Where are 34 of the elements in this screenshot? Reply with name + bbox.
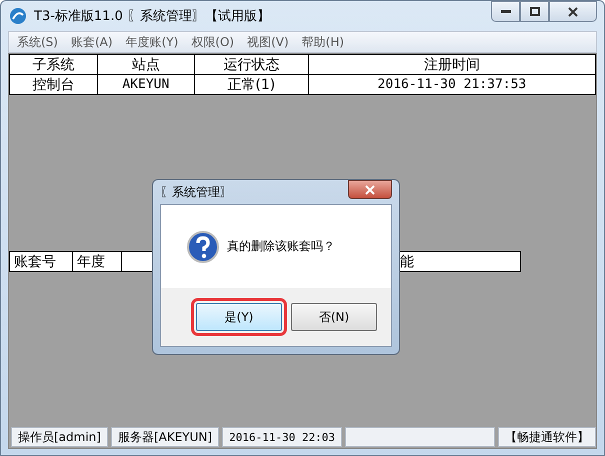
status-cell: 2016-11-30 22:03 (222, 427, 342, 447)
column-header: 注册时间 (308, 54, 596, 74)
window-title: T3-标准版11.0 〖系统管理〗【试用版】 (34, 8, 270, 25)
column-header: 子系统 (10, 54, 98, 74)
menu-item[interactable]: 系统(S) (11, 34, 65, 50)
maximize-button[interactable] (520, 1, 549, 22)
dialog-message: 真的删除该账套吗？ (227, 238, 335, 255)
minimize-icon (500, 10, 510, 14)
column-header: 站点 (97, 54, 194, 74)
no-button[interactable]: 否(N) (291, 303, 377, 331)
question-icon (187, 230, 219, 262)
status-cell: 服务器[AKEYUN] (110, 427, 220, 447)
menu-item[interactable]: 年度账(Y) (120, 34, 186, 50)
close-icon (365, 184, 375, 194)
menu-item[interactable]: 视图(V) (241, 34, 296, 50)
close-button[interactable] (549, 1, 597, 22)
menu-item[interactable]: 权限(O) (185, 34, 242, 50)
close-icon (568, 6, 578, 16)
table-cell: AKEYUN (97, 74, 194, 94)
app-logo-icon (8, 6, 28, 26)
minimize-button[interactable] (491, 1, 520, 22)
column-header: 账套号 (10, 252, 72, 272)
menu-item[interactable]: 帮助(H) (296, 34, 352, 50)
column-header: 年度 (72, 252, 122, 272)
table-cell: 正常(1) (194, 74, 308, 94)
status-cell: 操作员[admin] (11, 427, 108, 447)
table-cell: 控制台 (10, 74, 98, 94)
dialog-title: 〖系统管理〗 (160, 184, 232, 200)
table-cell: 2016-11-30 21:37:53 (308, 74, 596, 94)
menu-item[interactable]: 账套(A) (64, 34, 120, 50)
maximize-icon (530, 7, 540, 16)
column-header: 运行状态 (194, 54, 308, 74)
close-button[interactable] (348, 180, 392, 199)
status-cell: 【畅捷通软件】 (498, 427, 596, 447)
